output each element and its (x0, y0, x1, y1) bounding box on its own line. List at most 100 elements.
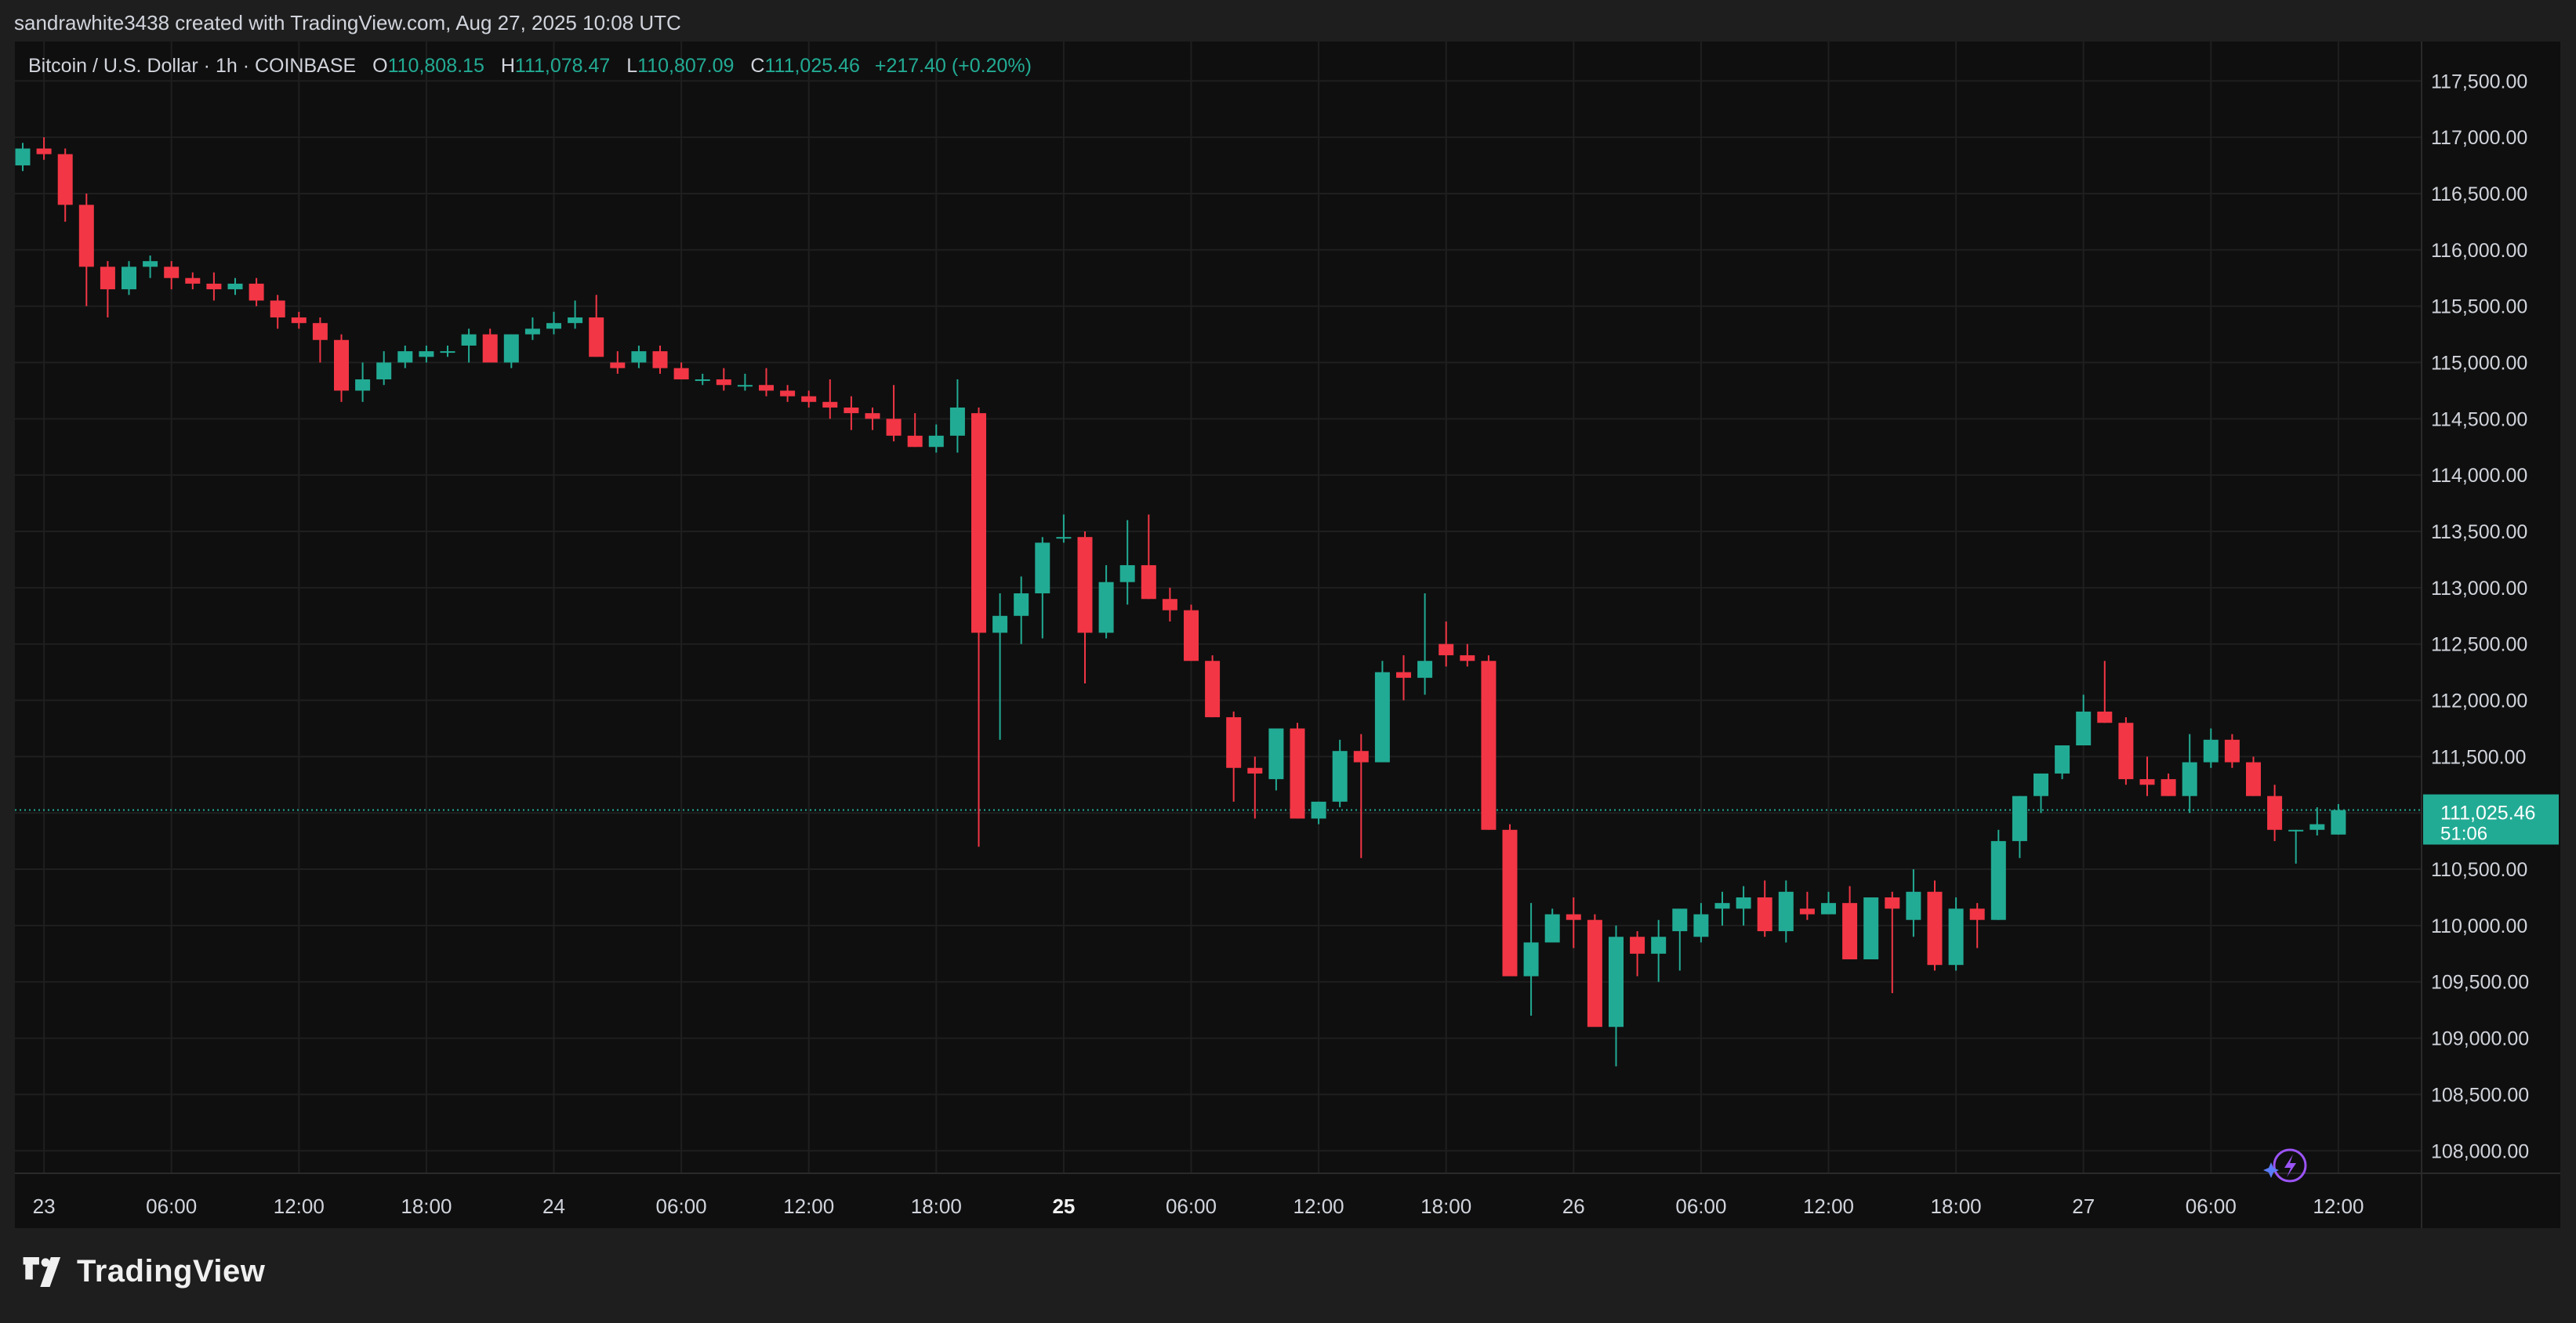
candle-up[interactable] (1609, 937, 1624, 1028)
candle-down[interactable] (1184, 610, 1199, 662)
candle-up[interactable] (1544, 914, 1560, 943)
candle-down[interactable] (1247, 767, 1263, 774)
candle-down[interactable] (2161, 779, 2176, 796)
candle-up[interactable] (143, 261, 158, 267)
candle-up[interactable] (419, 351, 434, 357)
candle-up[interactable] (503, 334, 519, 363)
candle-down[interactable] (2097, 711, 2113, 723)
candle-down[interactable] (2267, 796, 2283, 830)
candle-down[interactable] (1885, 897, 1900, 909)
candle-up[interactable] (1693, 914, 1709, 937)
candle-down[interactable] (1141, 565, 1156, 600)
candle-up[interactable] (461, 334, 477, 346)
candle-down[interactable] (270, 300, 285, 318)
candle-down[interactable] (716, 379, 731, 386)
candle-down[interactable] (1630, 937, 1645, 954)
candle-up[interactable] (2076, 711, 2092, 746)
candle-up[interactable] (1014, 593, 1029, 616)
candle-down[interactable] (1502, 829, 1518, 977)
candle-up[interactable] (397, 351, 413, 363)
candle-down[interactable] (1077, 537, 1093, 633)
candle-down[interactable] (1162, 599, 1177, 611)
candle-up[interactable] (928, 435, 944, 448)
candle-up[interactable] (2331, 810, 2346, 835)
candle-down[interactable] (164, 266, 180, 278)
candle-down[interactable] (291, 317, 307, 324)
candle-down[interactable] (1353, 751, 1369, 763)
candle-down[interactable] (907, 435, 923, 448)
candle-up[interactable] (1417, 661, 1433, 678)
candle-up[interactable] (1672, 908, 1688, 932)
candle-down[interactable] (249, 283, 264, 301)
candle-down[interactable] (844, 407, 859, 414)
candle-down[interactable] (2139, 779, 2155, 785)
candle-up[interactable] (695, 379, 710, 382)
candle-up[interactable] (2288, 829, 2304, 832)
candle-up[interactable] (376, 362, 392, 380)
price-chart[interactable]: 108,000.00 108,500.00 109,000.00 109,500.00… (15, 42, 2560, 1228)
candle-down[interactable] (2246, 762, 2261, 796)
candle-up[interactable] (1311, 801, 1326, 819)
candle-up[interactable] (1714, 903, 1730, 909)
candle-down[interactable] (610, 362, 626, 368)
candle-down[interactable] (1757, 897, 1772, 932)
candle-up[interactable] (524, 328, 540, 335)
candle-up[interactable] (1268, 728, 1284, 780)
candle-up[interactable] (15, 148, 31, 166)
candle-down[interactable] (100, 266, 115, 290)
candle-up[interactable] (1523, 942, 1539, 977)
candle-down[interactable] (1439, 643, 1454, 656)
candle-down[interactable] (2118, 723, 2134, 780)
candle-down[interactable] (1799, 908, 1815, 915)
candle-down[interactable] (1842, 903, 1858, 960)
candle-down[interactable] (482, 334, 498, 363)
candle-up[interactable] (1736, 897, 1751, 909)
candle-down[interactable] (1460, 655, 1475, 662)
candle-down[interactable] (36, 148, 52, 154)
candle-down[interactable] (312, 323, 328, 340)
candle-up[interactable] (631, 351, 647, 363)
candle-down[interactable] (78, 205, 94, 267)
candle-up[interactable] (1863, 897, 1879, 960)
candle-down[interactable] (57, 154, 73, 205)
candle-up[interactable] (992, 615, 1008, 633)
candle-down[interactable] (206, 283, 222, 290)
candle-down[interactable] (673, 368, 689, 380)
candle-up[interactable] (1906, 891, 1921, 920)
candle-up[interactable] (2309, 824, 2325, 830)
candle-down[interactable] (1226, 717, 1242, 768)
candle-up[interactable] (568, 317, 583, 324)
candle-up[interactable] (440, 351, 455, 353)
candle-down[interactable] (185, 277, 201, 284)
candle-up[interactable] (546, 323, 561, 329)
candle-down[interactable] (589, 317, 604, 357)
chart-panel[interactable]: 108,000.00 108,500.00 109,000.00 109,500.00… (15, 42, 2560, 1228)
candle-up[interactable] (1651, 937, 1667, 954)
candle-down[interactable] (1927, 891, 1943, 966)
candle-down[interactable] (822, 401, 838, 408)
candle-up[interactable] (1098, 582, 1114, 633)
candle-down[interactable] (1481, 661, 1497, 830)
candle-down[interactable] (780, 390, 796, 397)
candle-up[interactable] (1778, 891, 1794, 932)
candle-up[interactable] (949, 407, 965, 436)
candle-down[interactable] (652, 351, 668, 368)
candle-down[interactable] (1290, 728, 1305, 819)
candle-down[interactable] (886, 419, 902, 436)
candle-up[interactable] (1119, 565, 1135, 582)
candle-up[interactable] (122, 266, 136, 290)
candle-down[interactable] (759, 385, 774, 391)
tradingview-footer[interactable]: TradingView (17, 1254, 265, 1289)
candle-up[interactable] (1035, 542, 1050, 594)
candle-up[interactable] (227, 283, 243, 290)
candle-up[interactable] (1332, 751, 1348, 802)
candle-up[interactable] (1948, 908, 1964, 966)
candle-up[interactable] (2203, 739, 2219, 763)
candle-up[interactable] (1056, 537, 1072, 539)
candle-up[interactable] (1821, 903, 1836, 915)
candle-up[interactable] (2055, 745, 2070, 774)
candle-down[interactable] (2224, 739, 2240, 763)
tradingview-logo-icon[interactable] (17, 1256, 67, 1287)
candle-down[interactable] (801, 396, 817, 402)
candle-up[interactable] (2034, 773, 2048, 796)
